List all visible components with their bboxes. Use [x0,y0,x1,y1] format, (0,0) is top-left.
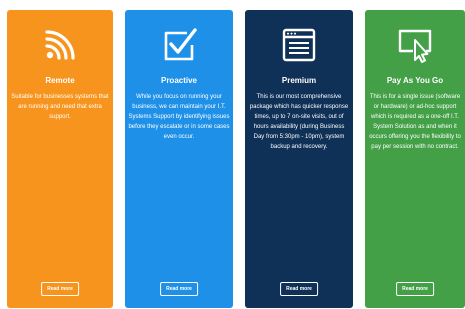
read-more-button[interactable]: Read more [280,282,318,296]
read-more-button[interactable]: Read more [160,282,198,296]
card-proactive: Proactive While you focus on running you… [125,10,233,308]
service-cards-row: Remote Suitable for businesses systems t… [0,0,465,309]
card-description: While you focus on running your business… [128,94,230,140]
card-title: Proactive [160,76,198,85]
browser-window-icon [280,26,318,64]
read-more-button[interactable]: Read more [41,282,79,296]
card-title: Remote [45,76,75,85]
card-premium: Premium This is our most comprehensive p… [245,10,353,308]
card-description: This is our most comprehensive package w… [249,94,349,150]
card-description: Suitable for businesses systems that are… [11,94,109,120]
read-more-button[interactable]: Read more [396,282,434,296]
card-title: Pay As You Go [386,76,444,85]
cursor-click-icon [396,26,434,64]
wifi-signal-icon [41,26,79,64]
card-pay-as-you-go: Pay As You Go This is for a single issue… [365,10,465,308]
card-title: Premium [281,76,317,85]
card-remote: Remote Suitable for businesses systems t… [7,10,113,308]
checkbox-check-icon [160,26,198,64]
card-description: This is for a single issue (software or … [369,94,461,150]
